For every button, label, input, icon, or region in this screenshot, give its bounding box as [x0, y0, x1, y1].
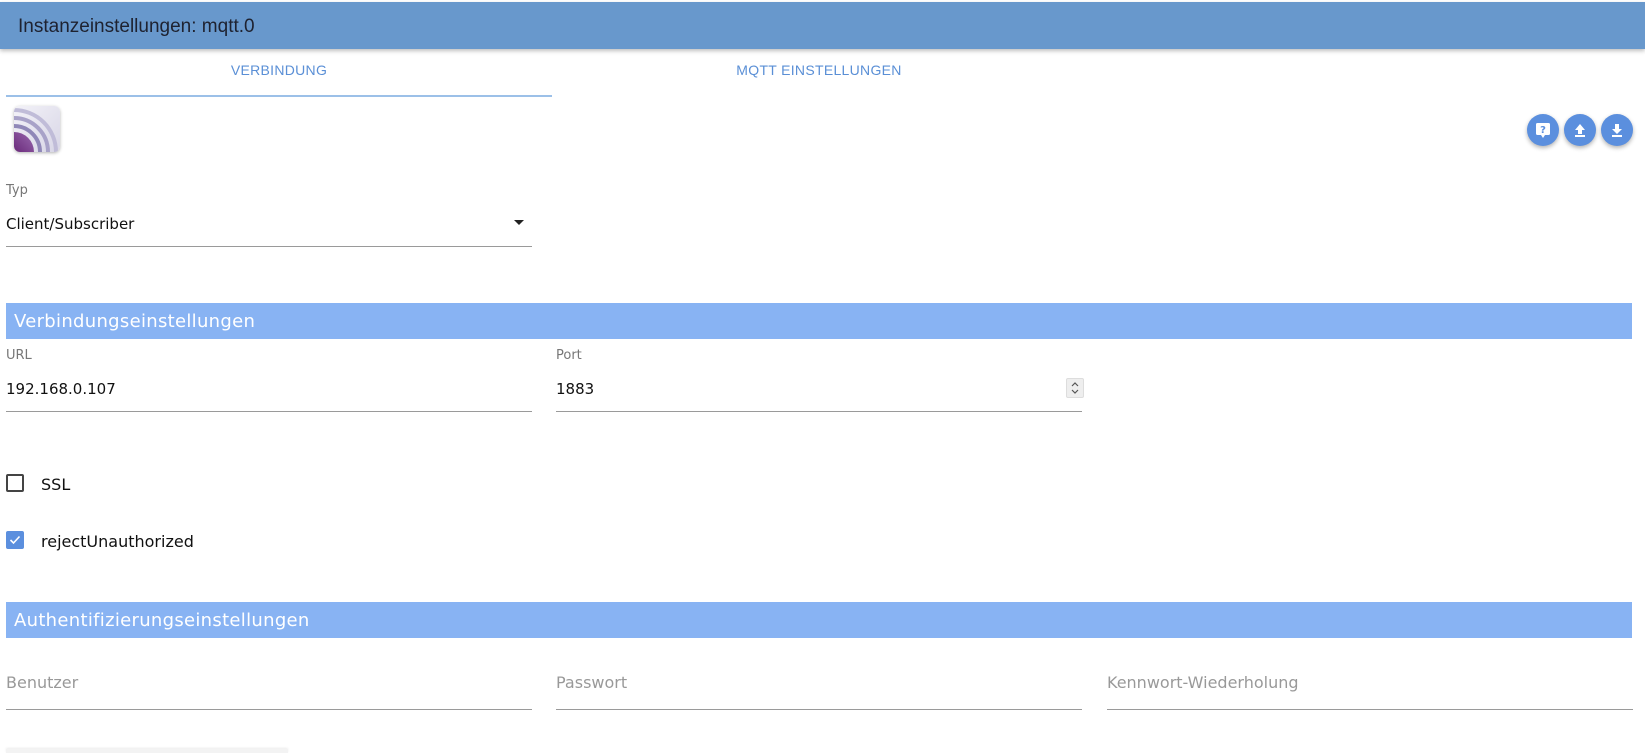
- ssl-label: SSL: [41, 475, 71, 494]
- url-underline: [6, 411, 532, 412]
- password-input[interactable]: Passwort: [556, 668, 1082, 710]
- password-label: Passwort: [556, 673, 628, 692]
- user-underline: [6, 709, 532, 710]
- reject-unauthorized-label: rejectUnauthorized: [41, 532, 194, 551]
- port-stepper[interactable]: [1066, 378, 1084, 398]
- typ-select[interactable]: Client/Subscriber: [6, 208, 532, 248]
- mqtt-logo-icon: [14, 108, 58, 152]
- url-label: URL: [6, 348, 32, 363]
- checkmark-icon: [9, 535, 21, 545]
- section-connection-title: Verbindungseinstellungen: [14, 311, 256, 332]
- typ-label: Typ: [6, 183, 28, 198]
- user-input[interactable]: Benutzer: [6, 668, 532, 710]
- section-connection: Verbindungseinstellungen: [6, 303, 1632, 339]
- user-label: Benutzer: [6, 673, 79, 692]
- footer-panel-edge: [6, 749, 288, 753]
- section-auth-title: Authentifizierungseinstellungen: [14, 610, 310, 631]
- tab-verbindung[interactable]: VERBINDUNG: [6, 62, 552, 97]
- window-title: Instanzeinstellungen: mqtt.0: [18, 16, 255, 37]
- password-repeat-underline: [1107, 709, 1633, 710]
- download-icon: [1612, 124, 1622, 137]
- help-icon: ?: [1536, 123, 1550, 138]
- help-button[interactable]: ?: [1527, 114, 1559, 146]
- ssl-checkbox[interactable]: [6, 474, 24, 492]
- password-underline: [556, 709, 1082, 710]
- port-underline: [556, 411, 1082, 412]
- port-label: Port: [556, 348, 582, 363]
- typ-value: Client/Subscriber: [6, 215, 135, 233]
- tab-verbindung-label: VERBINDUNG: [230, 62, 328, 78]
- upload-icon: [1575, 124, 1585, 137]
- stepper-arrows-icon: [1071, 382, 1079, 394]
- password-repeat-input[interactable]: Kennwort-Wiederholung: [1107, 668, 1633, 710]
- adapter-logo: [14, 106, 60, 152]
- section-auth: Authentifizierungseinstellungen: [6, 602, 1632, 638]
- port-input[interactable]: 1883: [556, 372, 1082, 410]
- typ-underline: [6, 246, 532, 247]
- reject-unauthorized-checkbox[interactable]: [6, 531, 24, 549]
- port-value: 1883: [556, 380, 595, 398]
- tab-mqtt-einstellungen[interactable]: MQTT EINSTELLUNGEN: [546, 62, 1092, 96]
- tab-mqtt-einstellungen-label: MQTT EINSTELLUNGEN: [736, 62, 902, 78]
- password-repeat-label: Kennwort-Wiederholung: [1107, 673, 1299, 692]
- download-button[interactable]: [1601, 114, 1633, 146]
- svg-text:?: ?: [1540, 125, 1546, 136]
- url-input[interactable]: 192.168.0.107: [6, 372, 532, 410]
- title-bar: Instanzeinstellungen: mqtt.0: [0, 2, 1645, 49]
- url-value: 192.168.0.107: [6, 380, 116, 398]
- chevron-down-icon: [514, 220, 524, 225]
- upload-button[interactable]: [1564, 114, 1596, 146]
